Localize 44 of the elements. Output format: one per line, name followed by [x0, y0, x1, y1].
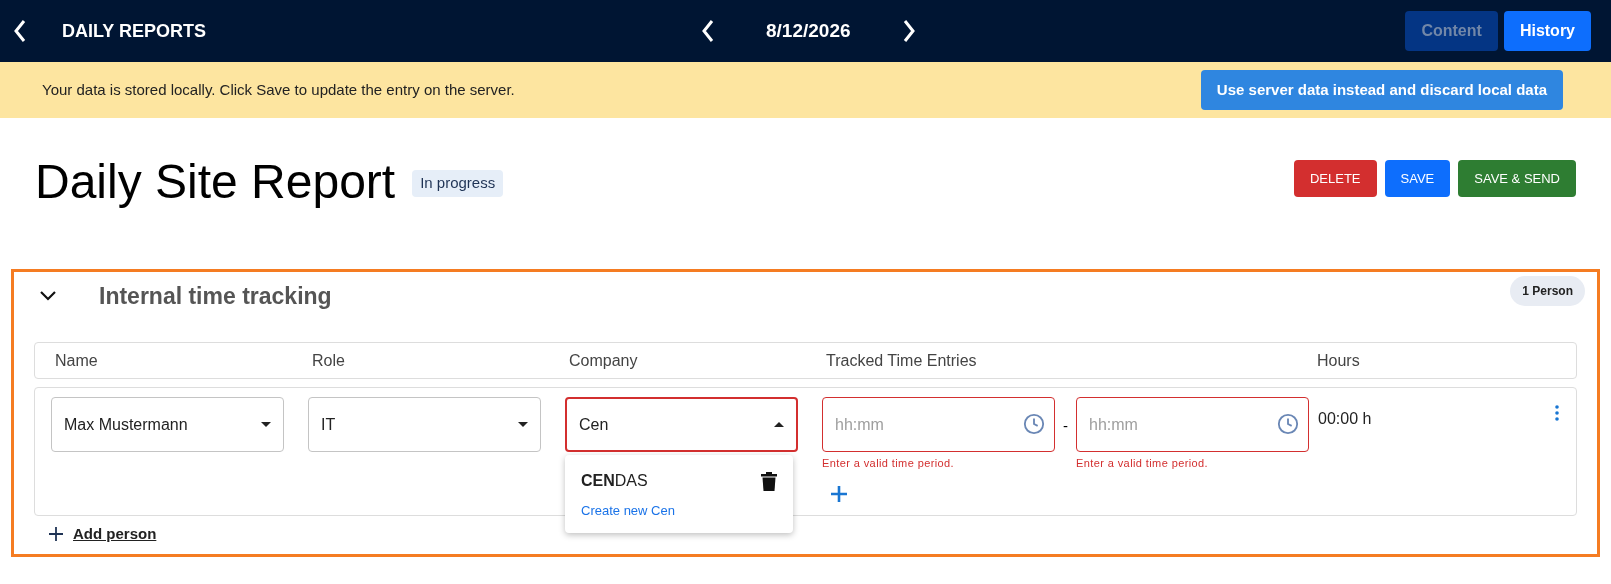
range-separator: -: [1062, 416, 1069, 436]
add-person-link[interactable]: Add person: [73, 522, 157, 546]
column-header: Company: [569, 350, 639, 371]
status-tag: In progress: [412, 170, 504, 197]
create-company-link[interactable]: Create new Cen: [565, 499, 793, 525]
select-value: Max Mustermann: [64, 414, 188, 435]
caret-icon: [774, 422, 784, 427]
page-title: Daily Site Report: [35, 154, 396, 210]
clock-icon[interactable]: [1277, 413, 1299, 435]
error-message: Enter a valid time period.: [822, 456, 956, 471]
action-button[interactable]: SAVE & SEND: [1458, 160, 1576, 197]
select-value: Cen: [579, 414, 609, 435]
error-message: Enter a valid time period.: [1076, 456, 1210, 471]
hours-value: 00:00 h: [1318, 409, 1372, 429]
select-value: IT: [321, 414, 336, 435]
plus-icon[interactable]: [49, 527, 63, 541]
caret-icon: [518, 422, 528, 427]
app-title: DAILY REPORTS: [62, 19, 207, 43]
notice-text: Your data is stored locally. Click Save to update the entry on the server.: [42, 79, 515, 100]
back-icon[interactable]: [12, 18, 28, 44]
clock-icon[interactable]: [1023, 413, 1045, 435]
column-header: Role: [312, 350, 346, 371]
add-time-icon[interactable]: [831, 485, 847, 502]
chevron-icon[interactable]: [40, 291, 56, 301]
trash-icon[interactable]: [761, 471, 777, 491]
caret-icon: [261, 422, 271, 427]
select-field[interactable]: IT: [308, 397, 541, 452]
company-option[interactable]: CENDAS: [581, 469, 648, 493]
time-field[interactable]: hh:mm: [822, 397, 1055, 452]
previous-icon[interactable]: [700, 18, 716, 44]
column-header: Name: [55, 350, 99, 371]
column-header: Hours: [1317, 350, 1361, 371]
date-label: 8/12/2026: [766, 18, 851, 43]
select-field[interactable]: Cen: [565, 397, 798, 452]
nav-button[interactable]: History: [1503, 11, 1591, 51]
select-field[interactable]: Max Mustermann: [51, 397, 284, 452]
action-button[interactable]: DELETE: [1293, 160, 1377, 197]
time-field[interactable]: hh:mm: [1076, 397, 1309, 452]
action-button[interactable]: SAVE: [1384, 160, 1451, 197]
column-header: Tracked Time Entries: [826, 350, 978, 371]
section-title: Internal time tracking: [99, 281, 332, 311]
more-icon[interactable]: [1555, 405, 1559, 421]
discard-local-button[interactable]: Use server data instead and discard local data: [1200, 70, 1563, 110]
count-badge: 1 Person: [1510, 276, 1585, 306]
